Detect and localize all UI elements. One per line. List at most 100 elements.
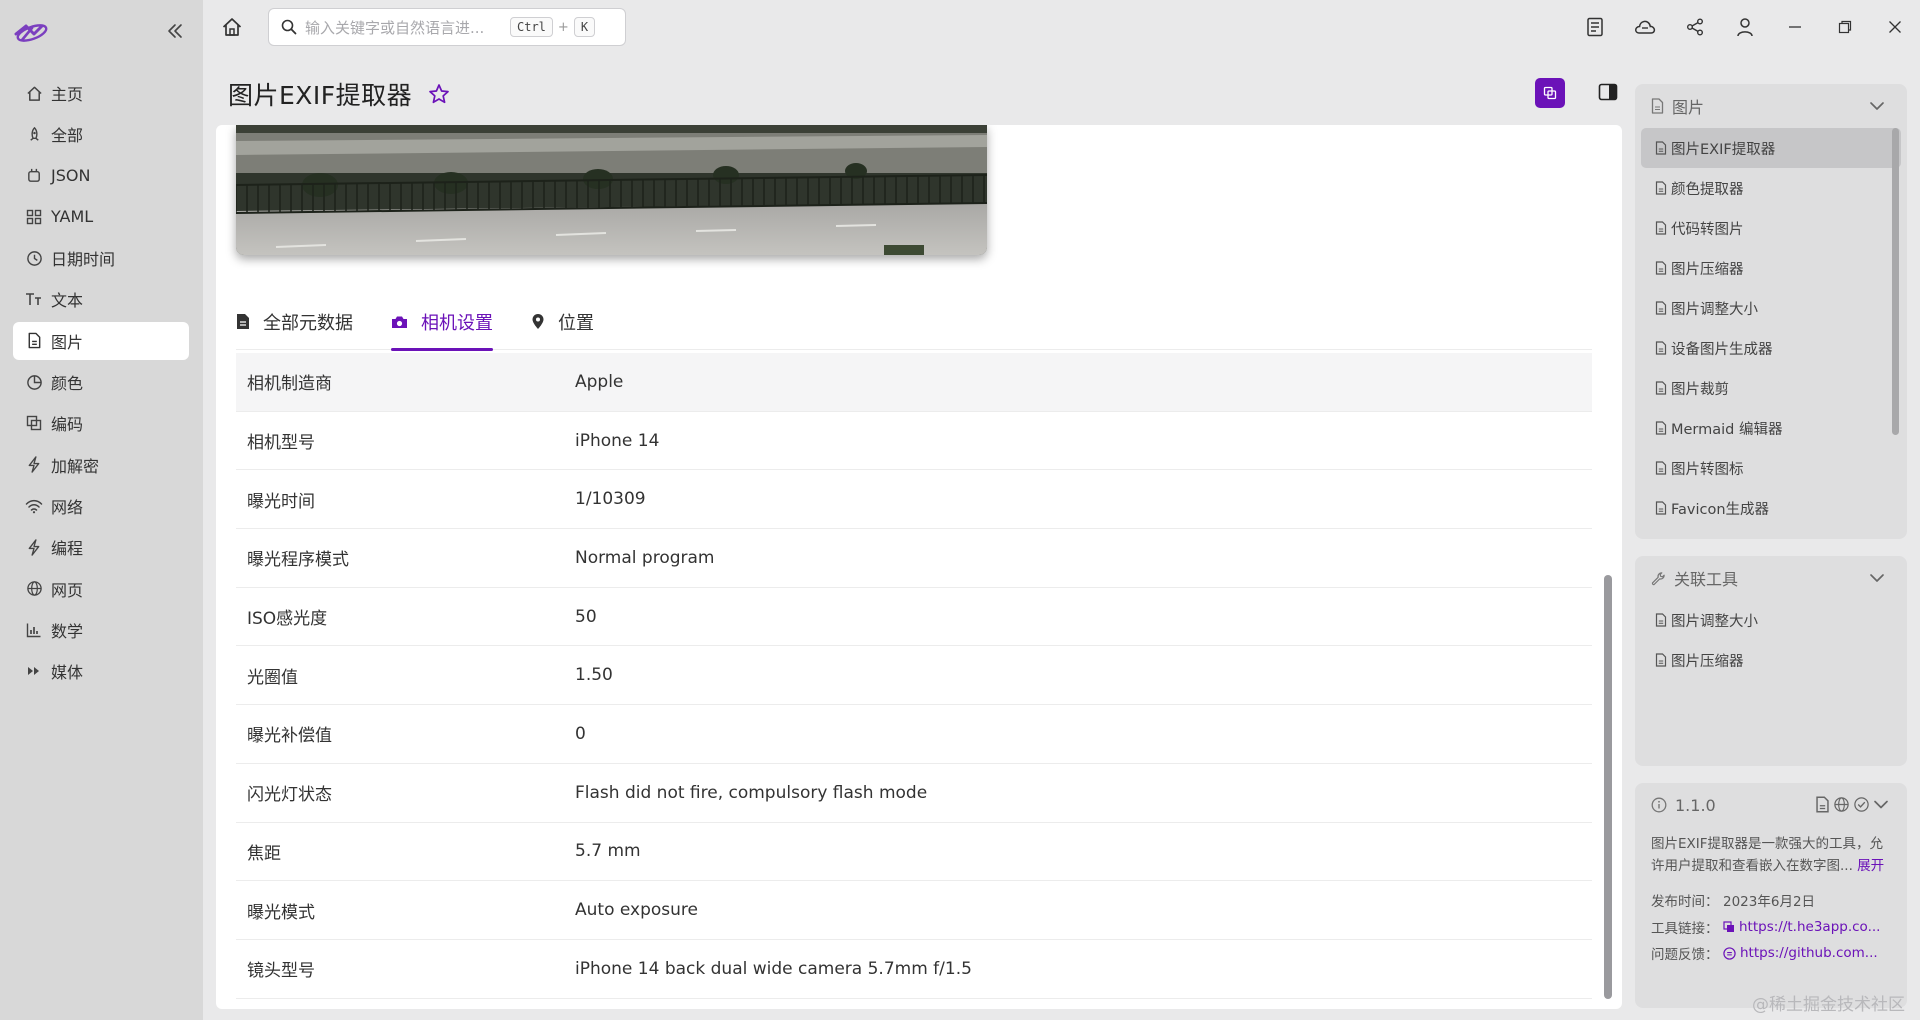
table-row: 闪光灯状态 Flash did not fire, compulsory flas… [236, 764, 1592, 823]
tool-link-exif[interactable]: 图片EXIF提取器 [1641, 128, 1901, 168]
sidebar-item-datetime[interactable]: 日期时间 [13, 239, 189, 277]
tool-link-mermaid[interactable]: Mermaid 编辑器 [1641, 408, 1901, 448]
sidebar-item-home[interactable]: 主页 [13, 74, 189, 112]
category-scrollbar[interactable] [1892, 128, 1899, 435]
tool-description: 图片EXIF提取器是一款强大的工具，允许用户提取和查看嵌入在数字图... 展开 [1635, 827, 1907, 877]
info-actions [1815, 796, 1889, 813]
related-tool-image-resize[interactable]: 图片调整大小 [1641, 600, 1901, 640]
related-tool-image-compressor[interactable]: 图片压缩器 [1641, 640, 1901, 680]
toggle-panel-button[interactable] [1594, 78, 1622, 106]
sidebar-item-image[interactable]: 图片 [13, 321, 189, 360]
feedback-label: 问题反馈： [1651, 947, 1719, 964]
chevron-down-icon[interactable] [1869, 98, 1885, 114]
table-row: 光圈值 1.50 [236, 646, 1592, 706]
tab-location[interactable]: 位置 [531, 293, 594, 350]
shortcut-plus: + [557, 19, 569, 35]
field-name: 光圈值 [247, 667, 298, 688]
cloud-sync-button[interactable] [1620, 0, 1670, 54]
page-title: 图片EXIF提取器 [228, 81, 413, 110]
sidebar-item-network[interactable]: 网络 [13, 487, 189, 525]
sidebar-item-yaml[interactable]: YAML [13, 198, 189, 236]
sidebar-item-label: 主页 [51, 85, 84, 104]
file-icon [1655, 141, 1667, 155]
tool-link-label: 工具链接： [1651, 920, 1719, 937]
sidebar-item-all[interactable]: 全部 [13, 115, 189, 153]
feedback-link[interactable]: https://github.com... [1723, 945, 1878, 961]
sidebar-item-color[interactable]: 颜色 [13, 363, 189, 401]
app-logo[interactable] [12, 14, 52, 50]
chevron-down-icon[interactable] [1869, 570, 1885, 586]
tool-link-row: 工具链接： https://t.he3app.co... [1651, 914, 1893, 941]
tool-link-image-crop[interactable]: 图片裁剪 [1641, 368, 1901, 408]
sidebar-item-math[interactable]: 数学 [13, 611, 189, 649]
palette-icon [24, 372, 44, 392]
tool-link-image-to-icon[interactable]: 图片转图标 [1641, 448, 1901, 488]
copy-button[interactable] [1535, 78, 1565, 108]
home-icon [24, 83, 44, 103]
globe-icon [24, 579, 44, 599]
field-name: 焦距 [247, 843, 281, 864]
info-icon [1651, 797, 1667, 813]
tool-label: 图片转图标 [1671, 461, 1744, 478]
favorite-button[interactable] [428, 83, 450, 105]
shortcut-key-ctrl: Ctrl [510, 17, 553, 37]
close-button[interactable] [1870, 0, 1920, 54]
sidebar-item-web[interactable]: 网页 [13, 570, 189, 608]
tool-label: Mermaid 编辑器 [1671, 421, 1783, 438]
publish-row: 发布时间： 2023年6月2日 [1651, 887, 1893, 914]
category-panel: 图片 图片EXIF提取器 颜色提取器 代码转图片 图片压缩器 图片调整大小 设备… [1635, 84, 1907, 539]
tool-link-color-extractor[interactable]: 颜色提取器 [1641, 168, 1901, 208]
tool-link-device-image[interactable]: 设备图片生成器 [1641, 328, 1901, 368]
search-input[interactable]: 输入关键字或自然语言进... [305, 17, 510, 38]
bolt-icon [24, 537, 44, 557]
sidebar-item-encoding[interactable]: 编码 [13, 404, 189, 442]
home-button[interactable] [218, 13, 246, 41]
wrench-icon [1651, 571, 1666, 586]
file-icon [1655, 261, 1667, 275]
related-tools-header[interactable]: 关联工具 [1635, 556, 1907, 600]
sidebar-item-media[interactable]: 媒体 [13, 652, 189, 690]
document-icon [236, 313, 250, 330]
tool-link-image-compressor[interactable]: 图片压缩器 [1641, 248, 1901, 288]
top-bar: 输入关键字或自然语言进... Ctrl + K [203, 0, 1920, 54]
minimize-button[interactable] [1770, 0, 1820, 54]
tab-label: 相机设置 [421, 312, 493, 334]
tool-link-favicon[interactable]: Favicon生成器 [1641, 488, 1901, 528]
file-icon [1655, 301, 1667, 315]
category-tool-list: 图片EXIF提取器 颜色提取器 代码转图片 图片压缩器 图片调整大小 设备图片生… [1635, 128, 1907, 528]
tool-info-header[interactable]: 1.1.0 [1635, 783, 1907, 827]
wifi-icon [24, 496, 44, 516]
table-row: 曝光时间 1/10309 [236, 470, 1592, 530]
rocket-icon [24, 124, 44, 144]
tool-label: 颜色提取器 [1671, 181, 1744, 198]
notes-button[interactable] [1570, 0, 1620, 54]
restore-button[interactable] [1820, 0, 1870, 54]
tab-camera-settings[interactable]: 相机设置 [391, 293, 493, 351]
sidebar-item-label: 图片 [51, 332, 84, 352]
table-row: 焦距 5.7 mm [236, 823, 1592, 882]
file-icon [1655, 501, 1667, 515]
tool-link-code-to-image[interactable]: 代码转图片 [1641, 208, 1901, 248]
sidebar-item-programming[interactable]: 编程 [13, 528, 189, 566]
user-button[interactable] [1720, 0, 1770, 54]
content-scrollbar[interactable] [1604, 575, 1612, 999]
file-icon [1655, 341, 1667, 355]
tab-all-metadata[interactable]: 全部元数据 [236, 293, 353, 350]
image-file-icon [24, 331, 44, 351]
field-name: 曝光时间 [247, 491, 315, 512]
share-button[interactable] [1670, 0, 1720, 54]
expand-link[interactable]: 展开 [1857, 858, 1884, 874]
tool-link[interactable]: https://t.he3app.co... [1723, 919, 1880, 935]
sidebar-item-json[interactable]: JSON [13, 157, 189, 195]
camera-icon [391, 315, 408, 329]
sidebar-item-crypto[interactable]: 加解密 [13, 446, 189, 484]
file-icon [1655, 221, 1667, 235]
field-value: Auto exposure [575, 900, 698, 921]
category-panel-header[interactable]: 图片 [1635, 84, 1907, 128]
collapse-sidebar-button[interactable] [160, 18, 190, 44]
search-box[interactable]: 输入关键字或自然语言进... Ctrl + K [268, 8, 626, 46]
sidebar: 主页 全部 JSON YAML 日期时间 文本 图片 颜色 编码 加解密 网络 … [0, 0, 203, 1020]
sidebar-item-text[interactable]: 文本 [13, 280, 189, 318]
tool-link-image-resize[interactable]: 图片调整大小 [1641, 288, 1901, 328]
star-icon [429, 84, 450, 104]
